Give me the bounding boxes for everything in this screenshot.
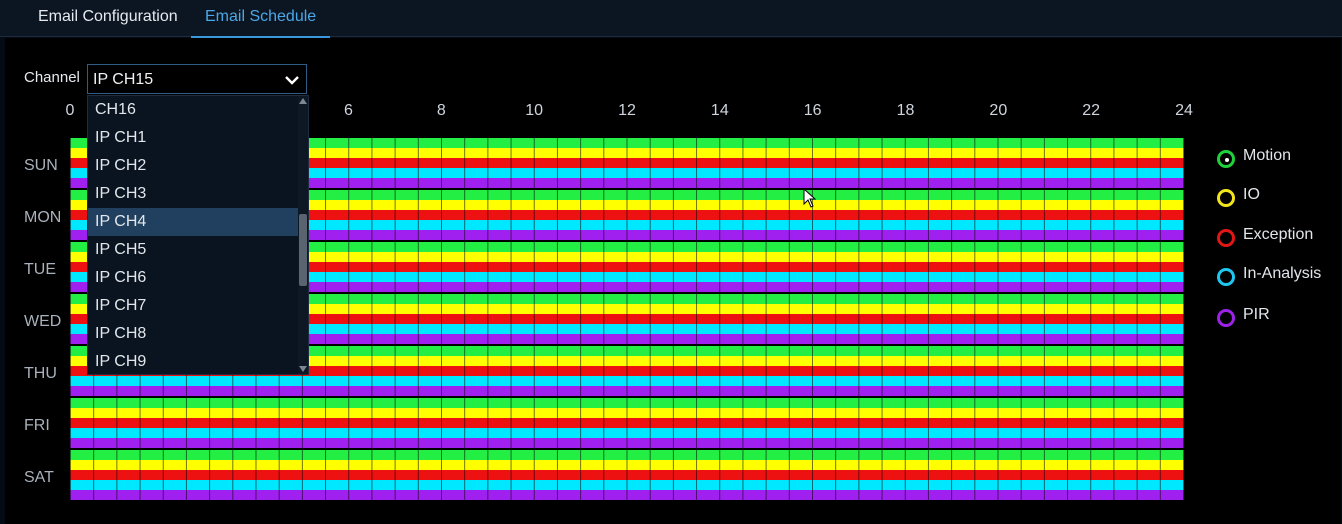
- mouse-pointer-icon: [803, 188, 817, 208]
- day-label: FRI: [24, 417, 50, 434]
- scroll-down-icon[interactable]: [299, 366, 307, 372]
- radio-ring-icon: [1217, 268, 1235, 286]
- hour-tick-label: 8: [436, 102, 446, 119]
- channel-option[interactable]: IP CH8: [88, 320, 298, 348]
- day-label: SAT: [24, 469, 54, 486]
- schedule-day-row[interactable]: [70, 398, 1184, 450]
- channel-option[interactable]: IP CH9: [88, 348, 298, 374]
- channel-select-value: IP CH15: [93, 71, 154, 88]
- radio-ring-icon: [1217, 229, 1235, 247]
- day-label: WED: [24, 313, 62, 330]
- channel-option[interactable]: IP CH6: [88, 264, 298, 292]
- channel-option[interactable]: IP CH1: [88, 124, 298, 152]
- radio-ring-icon: [1217, 150, 1235, 168]
- radio-ring-icon: [1217, 309, 1235, 327]
- radio-ring-icon: [1217, 189, 1235, 207]
- hour-tick-label: 16: [803, 102, 822, 119]
- hour-tick-label: 18: [896, 102, 915, 119]
- channel-option[interactable]: CH16: [88, 96, 298, 124]
- tab-email-configuration[interactable]: Email Configuration: [38, 0, 178, 36]
- day-label: TUE: [24, 261, 56, 278]
- channel-option[interactable]: IP CH3: [88, 180, 298, 208]
- tab-bar: Email Configuration Email Schedule: [0, 0, 1342, 38]
- hour-tick-label: 6: [344, 102, 353, 119]
- channel-option[interactable]: IP CH4: [88, 208, 298, 236]
- day-separator: [70, 396, 1184, 398]
- channel-label: Channel: [24, 69, 80, 86]
- day-separator: [70, 448, 1184, 450]
- tab-email-schedule[interactable]: Email Schedule: [191, 0, 331, 38]
- hour-tick-label: 0: [65, 102, 75, 119]
- half-hour-gridlines: [70, 398, 1184, 450]
- hour-tick-label: 14: [710, 102, 729, 119]
- day-label: THU: [24, 365, 57, 382]
- legend-label: IO: [1243, 186, 1260, 203]
- scrollbar-thumb[interactable]: [299, 214, 307, 286]
- legend-label: PIR: [1243, 306, 1270, 323]
- channel-option[interactable]: IP CH2: [88, 152, 298, 180]
- hour-tick-label: 10: [525, 102, 544, 119]
- legend-label: Motion: [1243, 147, 1292, 164]
- day-label: SUN: [24, 157, 58, 174]
- channel-select[interactable]: IP CH15: [87, 64, 307, 94]
- schedule-day-row[interactable]: [70, 450, 1184, 502]
- legend-label: In-Analysis: [1243, 265, 1322, 282]
- day-label: MON: [24, 209, 62, 226]
- half-hour-gridlines: [70, 450, 1184, 502]
- channel-option[interactable]: IP CH5: [88, 236, 298, 264]
- dropdown-scrollbar[interactable]: [298, 96, 308, 374]
- scroll-up-icon[interactable]: [299, 98, 307, 104]
- hour-tick-label: 12: [618, 102, 636, 119]
- hour-tick-label: 20: [989, 102, 1008, 119]
- chevron-down-icon: [285, 76, 299, 85]
- channel-dropdown-list[interactable]: CH16 IP CH1 IP CH2 IP CH3 IP CH4 IP CH5 IP CH6…: [87, 95, 309, 375]
- hour-tick-label: 24: [1175, 102, 1193, 119]
- hour-tick-label: 22: [1082, 102, 1101, 119]
- channel-option[interactable]: IP CH7: [88, 292, 298, 320]
- legend-label: Exception: [1243, 226, 1314, 243]
- radio-selected-dot-icon: [1225, 158, 1229, 162]
